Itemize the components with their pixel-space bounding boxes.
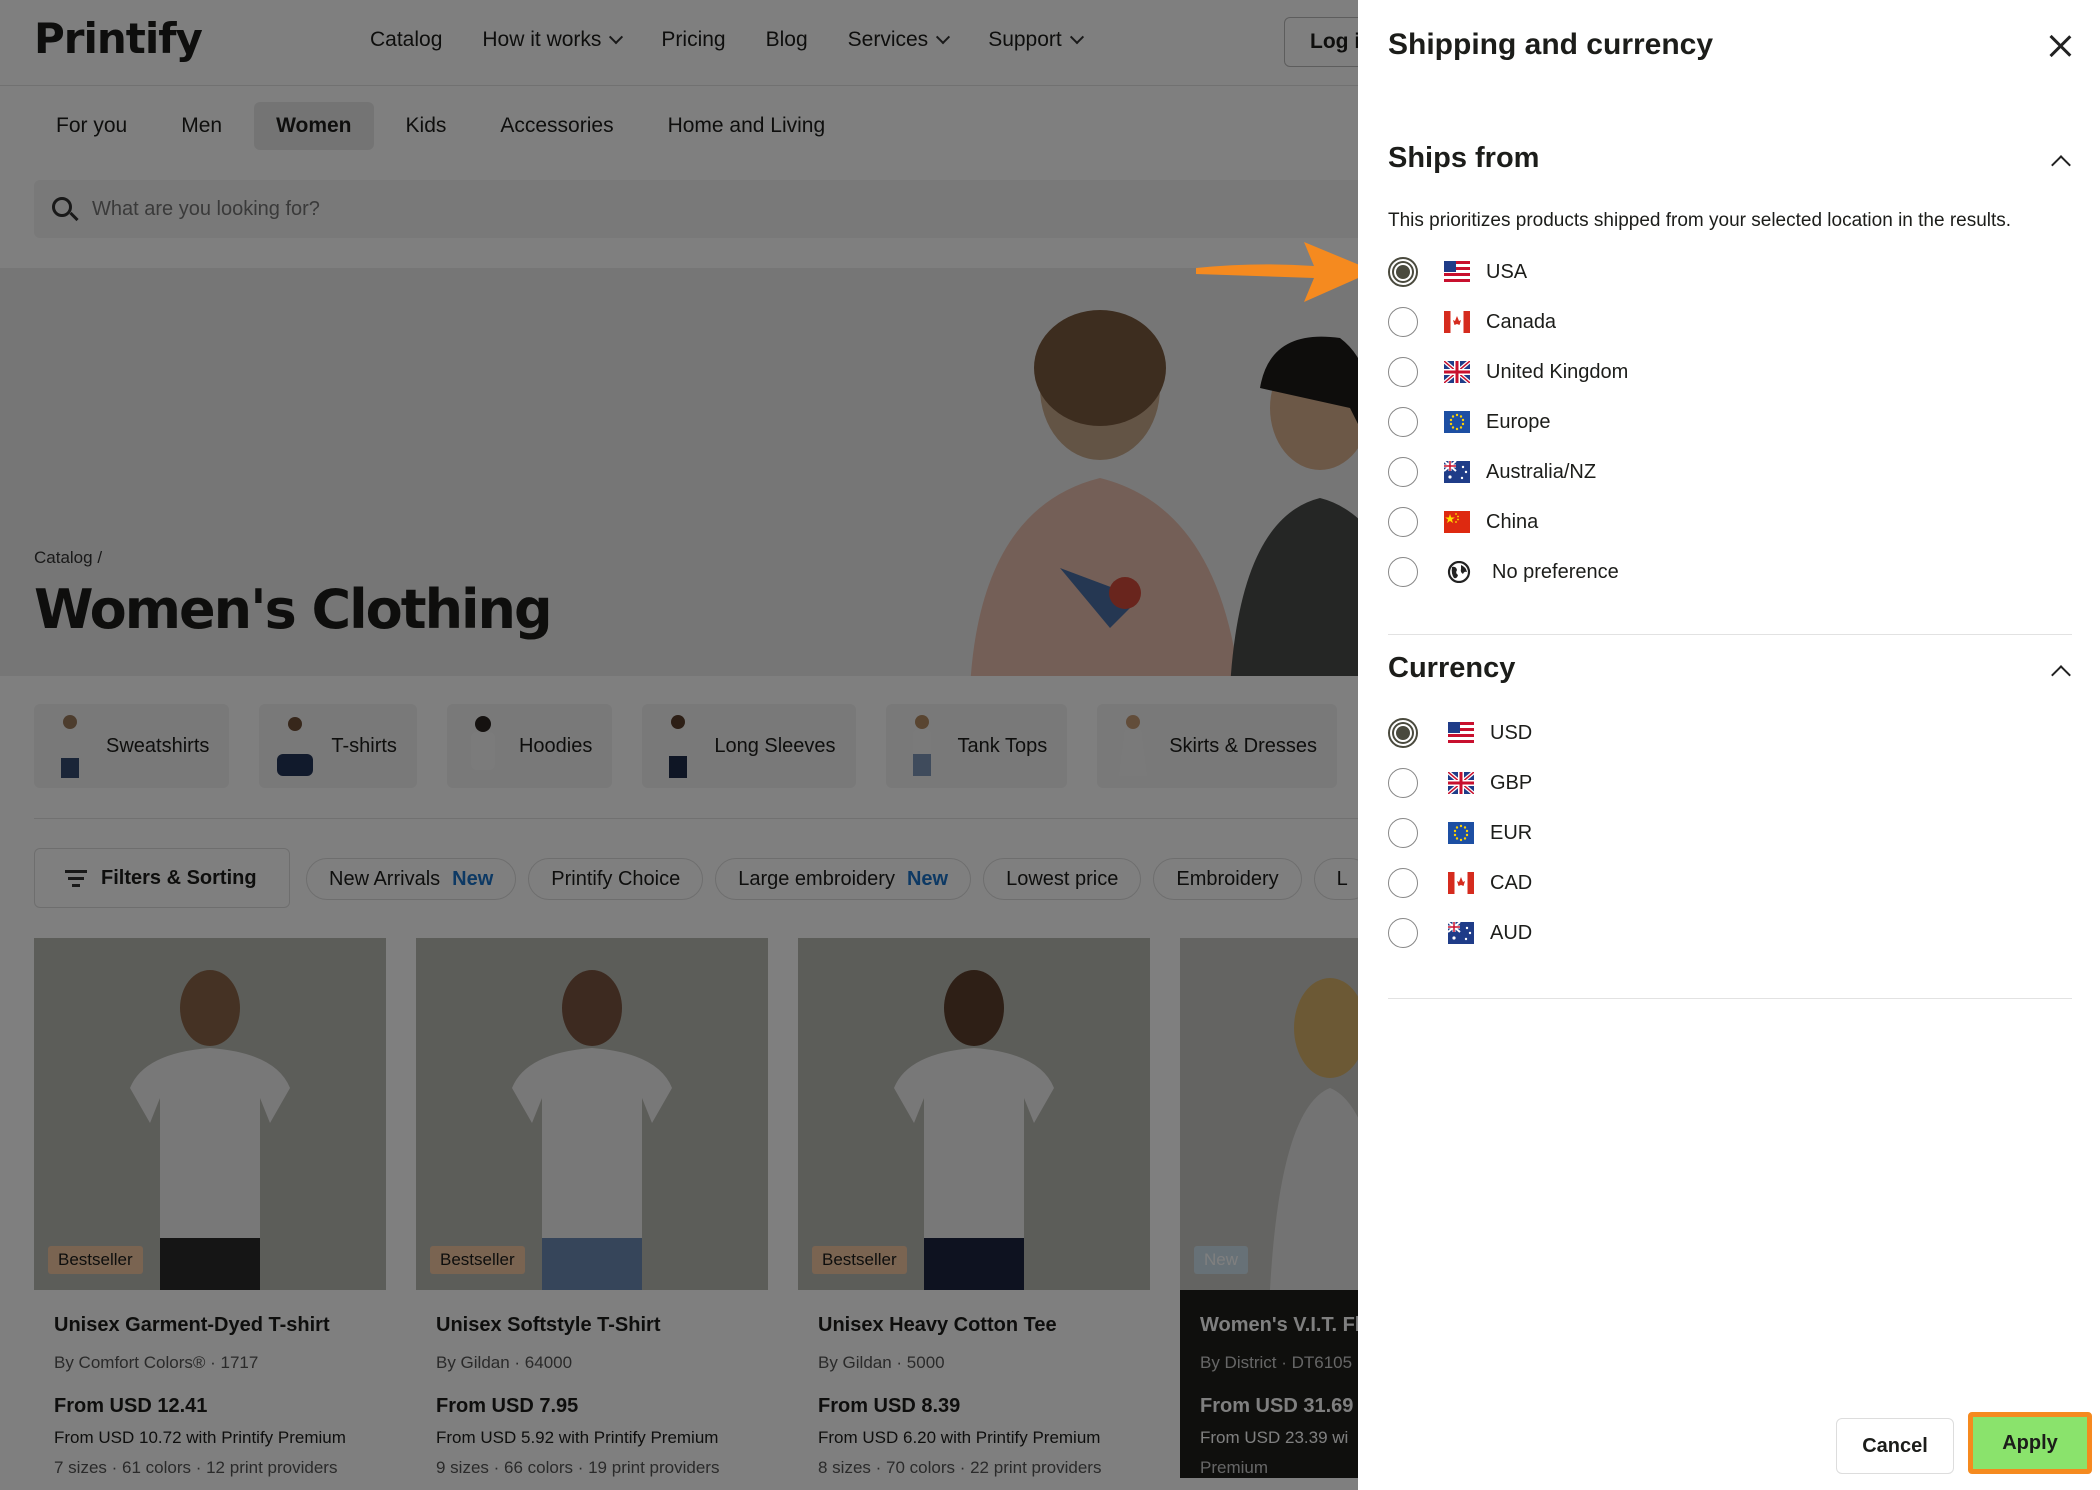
eu-flag-icon bbox=[1444, 411, 1470, 433]
option-label: USA bbox=[1486, 260, 1528, 283]
ships-from-option-canada[interactable]: Canada bbox=[1388, 297, 1628, 347]
currency-options: USD GBP EUR CAD AUD bbox=[1388, 708, 1532, 958]
currency-option-eur[interactable]: EUR bbox=[1388, 808, 1532, 858]
chevron-up-icon[interactable] bbox=[2051, 155, 2071, 175]
option-label: No preference bbox=[1492, 560, 1619, 583]
ca-flag-icon bbox=[1444, 311, 1470, 333]
ships-from-option-no-preference[interactable]: No preference bbox=[1388, 547, 1628, 597]
apply-button-highlight: Apply bbox=[1968, 1412, 2092, 1474]
option-label: Canada bbox=[1486, 310, 1557, 333]
ca-flag-icon bbox=[1448, 872, 1474, 894]
us-flag-icon bbox=[1448, 722, 1474, 744]
option-label: Australia/NZ bbox=[1486, 460, 1597, 483]
radio[interactable] bbox=[1388, 507, 1418, 537]
option-label: China bbox=[1486, 510, 1539, 533]
currency-option-aud[interactable]: AUD bbox=[1388, 908, 1532, 958]
radio[interactable] bbox=[1388, 307, 1418, 337]
ships-from-title: Ships from bbox=[1388, 142, 1540, 174]
section-divider bbox=[1388, 998, 2072, 999]
currency-title: Currency bbox=[1388, 652, 1516, 684]
cn-flag-icon bbox=[1444, 511, 1470, 533]
cancel-button[interactable]: Cancel bbox=[1836, 1418, 1954, 1474]
panel-title: Shipping and currency bbox=[1388, 28, 1714, 61]
radio-selected[interactable] bbox=[1388, 257, 1418, 287]
ships-from-option-europe[interactable]: Europe bbox=[1388, 397, 1628, 447]
currency-option-usd[interactable]: USD bbox=[1388, 708, 1532, 758]
ships-from-option-united-kingdom[interactable]: United Kingdom bbox=[1388, 347, 1628, 397]
modal-overlay[interactable] bbox=[0, 0, 1358, 1490]
orange-arrow-annotation bbox=[1196, 242, 1374, 302]
eu-flag-icon bbox=[1448, 822, 1474, 844]
us-flag-icon bbox=[1444, 261, 1470, 283]
radio[interactable] bbox=[1388, 868, 1418, 898]
option-label: USD bbox=[1490, 721, 1533, 744]
radio[interactable] bbox=[1388, 557, 1418, 587]
currency-option-cad[interactable]: CAD bbox=[1388, 858, 1532, 908]
radio-selected[interactable] bbox=[1388, 718, 1418, 748]
chevron-up-icon[interactable] bbox=[2051, 665, 2071, 685]
uk-flag-icon bbox=[1448, 772, 1474, 794]
radio[interactable] bbox=[1388, 818, 1418, 848]
globe-icon bbox=[1447, 561, 1471, 583]
ships-from-description: This prioritizes products shipped from y… bbox=[1388, 210, 2012, 231]
option-label: CAD bbox=[1490, 871, 1533, 894]
option-label: EUR bbox=[1490, 821, 1533, 844]
ships-from-option-china[interactable]: China bbox=[1388, 497, 1628, 547]
option-label: Europe bbox=[1486, 410, 1551, 433]
radio[interactable] bbox=[1388, 918, 1418, 948]
option-label: GBP bbox=[1490, 771, 1533, 794]
option-label: AUD bbox=[1490, 921, 1533, 944]
radio[interactable] bbox=[1388, 457, 1418, 487]
option-label: United Kingdom bbox=[1486, 360, 1629, 383]
radio[interactable] bbox=[1388, 407, 1418, 437]
au-flag-icon bbox=[1448, 922, 1474, 944]
close-icon[interactable] bbox=[2048, 34, 2072, 58]
uk-flag-icon bbox=[1444, 361, 1470, 383]
radio[interactable] bbox=[1388, 768, 1418, 798]
au-flag-icon bbox=[1444, 461, 1470, 483]
shipping-currency-panel: Shipping and currency Ships from This pr… bbox=[1358, 0, 2100, 1490]
currency-option-gbp[interactable]: GBP bbox=[1388, 758, 1532, 808]
radio[interactable] bbox=[1388, 357, 1418, 387]
apply-button[interactable]: Apply bbox=[1973, 1417, 2087, 1469]
ships-from-option-australia-nz[interactable]: Australia/NZ bbox=[1388, 447, 1628, 497]
ships-from-options: USA Canada United Kingdom Europe Austral… bbox=[1388, 247, 1628, 597]
ships-from-option-usa[interactable]: USA bbox=[1388, 247, 1628, 297]
section-divider bbox=[1388, 634, 2072, 635]
